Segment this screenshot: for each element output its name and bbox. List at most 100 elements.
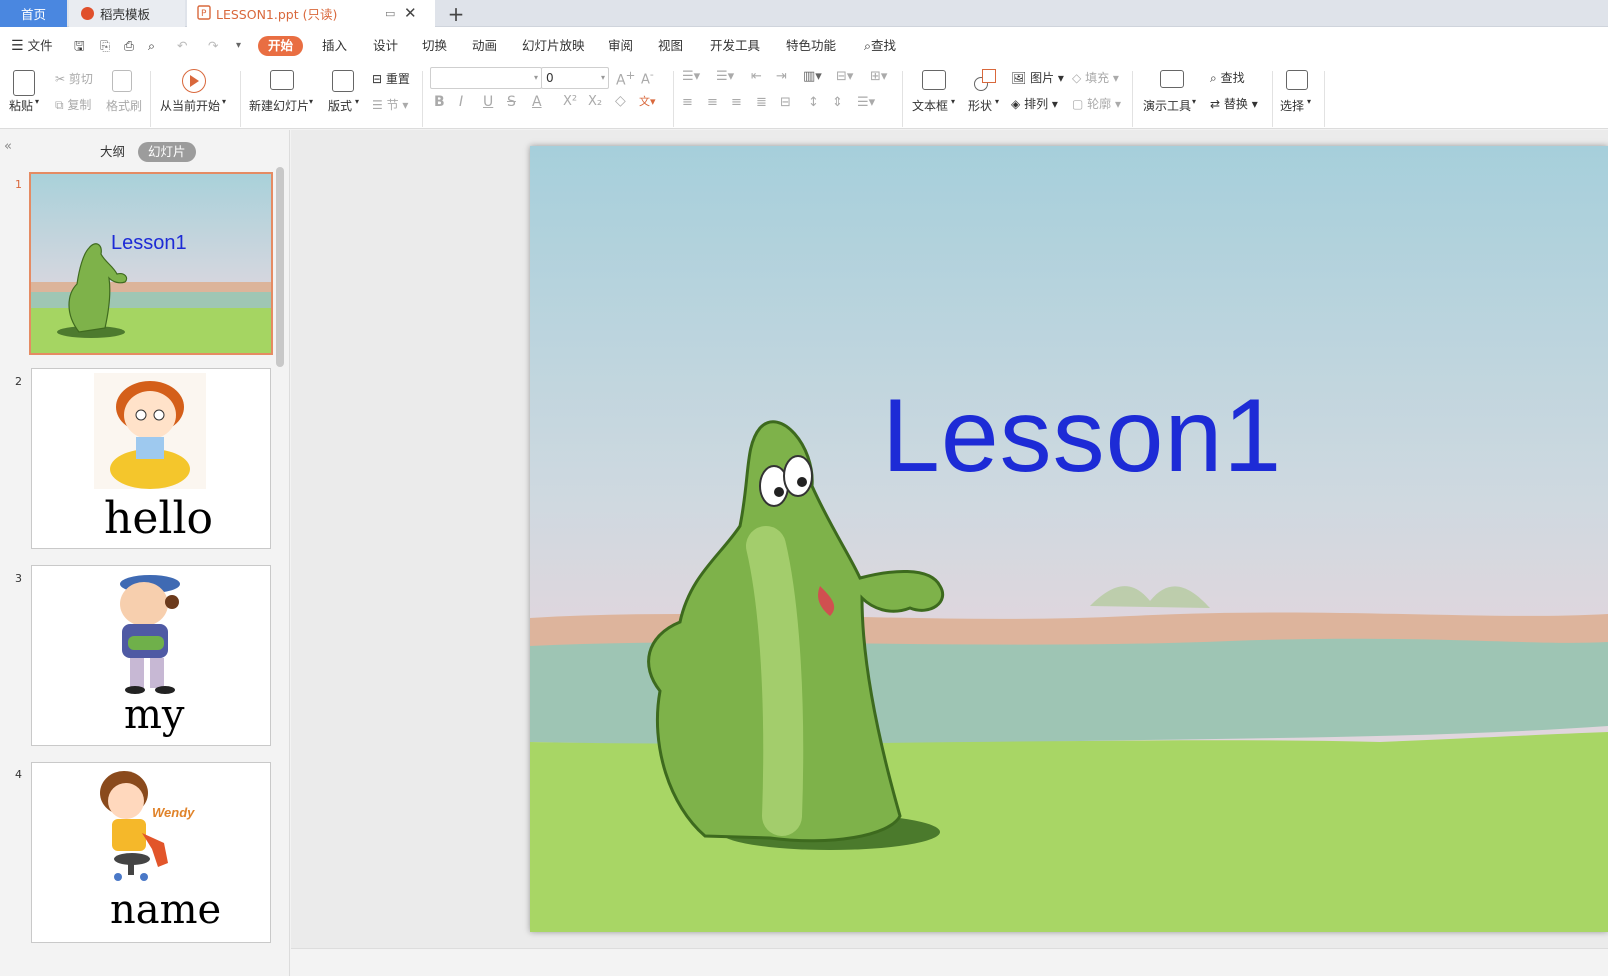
line-spacing-icon[interactable]: ↕ bbox=[808, 95, 819, 110]
bold-icon[interactable]: B bbox=[434, 94, 445, 110]
tab-template[interactable]: 稻壳模板 bbox=[69, 0, 185, 27]
dropdown-icon: ▾ bbox=[995, 97, 1000, 106]
tab-template-label: 稻壳模板 bbox=[100, 7, 151, 22]
save-icon[interactable]: 🖫 bbox=[74, 36, 85, 56]
tab-outline[interactable]: 大纲 bbox=[100, 142, 125, 162]
align-text-icon[interactable]: ⊞▾ bbox=[870, 69, 887, 84]
horizontal-scrollbar[interactable] bbox=[291, 948, 1608, 976]
customize-dropdown-icon[interactable]: ▾ bbox=[236, 36, 241, 56]
tab-document[interactable]: P LESSON1.ppt (只读) ▭ ✕ bbox=[187, 0, 435, 27]
textbox-label: 文本框 bbox=[912, 99, 949, 113]
slide-thumbnail[interactable]: Wendy name bbox=[31, 762, 271, 943]
menu-transition[interactable]: 切换 bbox=[422, 36, 447, 56]
tab-home[interactable]: 首页 bbox=[0, 0, 67, 27]
section-button[interactable]: ☰ 节 ▾ bbox=[372, 96, 408, 113]
copy-label: 复制 bbox=[67, 98, 92, 112]
undo-icon[interactable]: ↶ bbox=[177, 36, 187, 56]
menu-start[interactable]: 开始 bbox=[258, 36, 304, 56]
divider bbox=[240, 71, 241, 127]
align-left-icon[interactable]: ≡ bbox=[682, 95, 693, 110]
slide-thumbnail[interactable]: Lesson1 bbox=[29, 172, 273, 355]
fill-button[interactable]: ◇ 填充 ▾ bbox=[1072, 69, 1119, 86]
collapse-icon[interactable]: « bbox=[4, 139, 12, 154]
reset-button[interactable]: ⊟ 重置 bbox=[372, 70, 410, 87]
slide-thumbnail[interactable]: my bbox=[31, 565, 271, 746]
dropdown-icon: ▾ bbox=[1307, 97, 1312, 106]
dropdown-icon: ▾ bbox=[222, 97, 227, 106]
increase-font-icon[interactable]: A+ bbox=[616, 68, 635, 89]
ribbon-toolbar: 粘贴 ▾ ✂ 剪切 ⧉ 复制 格式刷 从当前开始 ▾ 新建幻灯片 ▾ 版式 ▾ … bbox=[0, 65, 1608, 129]
italic-icon[interactable]: I bbox=[459, 94, 463, 110]
menu-review[interactable]: 审阅 bbox=[608, 36, 633, 56]
redo-icon[interactable]: ↷ bbox=[208, 36, 218, 56]
arrange-button[interactable]: ◈ 排列 ▾ bbox=[1011, 95, 1058, 112]
picture-button[interactable]: 🖼 图片 ▾ bbox=[1011, 69, 1064, 86]
dropdown-icon: ▾ bbox=[355, 97, 360, 106]
current-slide[interactable]: Lesson1 bbox=[530, 146, 1608, 932]
new-tab-button[interactable]: + bbox=[442, 0, 470, 27]
decrease-font-icon[interactable]: A- bbox=[641, 68, 654, 87]
search-button[interactable]: ⌕查找 bbox=[864, 36, 896, 56]
paste-dropdown-icon: ▾ bbox=[35, 97, 40, 106]
slide-number: 4 bbox=[15, 768, 22, 781]
file-menu[interactable]: ☰ 文件 bbox=[11, 36, 53, 56]
eraser-icon[interactable]: ◇ bbox=[615, 93, 626, 109]
align-center-icon[interactable]: ≡ bbox=[707, 95, 718, 110]
section-label: 节 bbox=[386, 98, 399, 112]
dropdown-icon: ▾ bbox=[533, 73, 538, 82]
distribute-icon[interactable]: ⊟ bbox=[780, 95, 791, 110]
editing-canvas: Lesson1 bbox=[291, 130, 1608, 976]
replace-button[interactable]: ⇄ 替换 ▾ bbox=[1210, 95, 1258, 112]
align-right-icon[interactable]: ≡ bbox=[731, 95, 742, 110]
slide-thumbnail[interactable]: hello bbox=[31, 368, 271, 549]
menu-slideshow[interactable]: 幻灯片放映 bbox=[522, 36, 585, 56]
format-icon[interactable]: ⎘ bbox=[100, 36, 110, 56]
divider bbox=[673, 71, 674, 127]
subscript-icon[interactable]: X₂ bbox=[588, 94, 602, 109]
superscript-icon[interactable]: X² bbox=[563, 94, 577, 109]
print-preview-icon[interactable]: ⌕ bbox=[148, 36, 155, 56]
divider bbox=[150, 71, 151, 127]
window-icon[interactable]: ▭ bbox=[385, 7, 395, 20]
close-icon[interactable]: ✕ bbox=[404, 4, 417, 22]
bullet-list-icon[interactable]: ☰▾ bbox=[682, 69, 700, 84]
font-color-icon[interactable]: A bbox=[532, 94, 542, 110]
fill-icon: ◇ bbox=[1072, 71, 1082, 85]
arrange-label: 排列 bbox=[1024, 97, 1049, 111]
tab-document-label: LESSON1.ppt (只读) bbox=[216, 7, 338, 22]
cut-button[interactable]: ✂ 剪切 bbox=[55, 70, 93, 87]
present-tool-label: 演示工具 bbox=[1143, 99, 1192, 113]
menu-special[interactable]: 特色功能 bbox=[786, 36, 836, 56]
font-size-select[interactable]: 0 ▾ bbox=[541, 67, 609, 89]
font-family-select[interactable]: ▾ bbox=[430, 67, 542, 89]
phonetic-icon[interactable]: 文▾ bbox=[639, 93, 656, 109]
slide-background bbox=[530, 146, 1608, 932]
tab-slides[interactable]: 幻灯片 bbox=[138, 142, 196, 162]
copy-button[interactable]: ⧉ 复制 bbox=[55, 96, 91, 113]
menu-view[interactable]: 视图 bbox=[658, 36, 683, 56]
menu-devtools[interactable]: 开发工具 bbox=[710, 36, 760, 56]
decrease-indent-icon[interactable]: ⇤ bbox=[751, 69, 762, 84]
increase-indent-icon[interactable]: ⇥ bbox=[776, 69, 787, 84]
picture-icon: 🖼 bbox=[1011, 71, 1027, 85]
justify-icon[interactable]: ≣ bbox=[756, 95, 767, 110]
underline-icon[interactable]: U bbox=[483, 94, 493, 110]
reset-icon: ⊟ bbox=[372, 72, 383, 86]
print-icon[interactable]: ⎙ bbox=[124, 36, 134, 56]
ppt-file-icon: P bbox=[197, 4, 211, 23]
menu-design[interactable]: 设计 bbox=[373, 36, 398, 56]
panel-scrollbar[interactable] bbox=[276, 167, 284, 367]
outline-button[interactable]: ▢ 轮廓 ▾ bbox=[1072, 95, 1121, 112]
menu-animation[interactable]: 动画 bbox=[472, 36, 497, 56]
dropdown-icon: ▾ bbox=[1192, 97, 1197, 106]
layers-icon: ◈ bbox=[1011, 97, 1021, 111]
format-painter-label: 格式刷 bbox=[106, 99, 143, 113]
numbered-list-icon[interactable]: ☰▾ bbox=[716, 69, 734, 84]
menu-insert[interactable]: 插入 bbox=[322, 36, 347, 56]
strikethrough-icon[interactable]: S bbox=[507, 94, 516, 110]
paragraph-spacing-icon[interactable]: ⇕ bbox=[832, 95, 843, 110]
find-button[interactable]: ⌕ 查找 bbox=[1210, 69, 1245, 86]
text-direction-icon[interactable]: ⊟▾ bbox=[836, 69, 853, 84]
columns-icon[interactable]: ▥▾ bbox=[803, 69, 822, 84]
spacing-options-icon[interactable]: ☰▾ bbox=[857, 95, 875, 110]
